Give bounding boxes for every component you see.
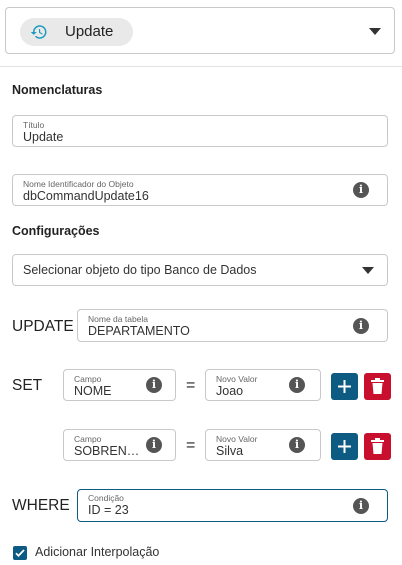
- info-icon[interactable]: i: [353, 182, 369, 198]
- novo-valor-value: Joao: [216, 384, 244, 398]
- update-keyword: UPDATE: [12, 318, 74, 335]
- info-icon[interactable]: i: [353, 498, 369, 514]
- chevron-down-icon[interactable]: [362, 267, 374, 274]
- equals-sign: =: [186, 437, 196, 454]
- history-icon: [30, 25, 47, 39]
- delete-button[interactable]: [364, 373, 391, 400]
- set-campo-field[interactable]: Campo NOME i: [63, 369, 176, 401]
- info-icon[interactable]: i: [353, 318, 369, 334]
- set-novo-valor-field[interactable]: Novo Valor Silva i: [205, 429, 321, 461]
- set-campo-field[interactable]: Campo SOBRENO... i: [63, 429, 176, 461]
- titulo-field[interactable]: Título Update: [12, 115, 388, 147]
- titulo-value: Update: [23, 130, 64, 144]
- condicao-field[interactable]: Condição ID = 23 i: [77, 489, 388, 522]
- campo-value: SOBRENO...: [74, 444, 144, 458]
- divider: [0, 66, 402, 67]
- nome-identificador-value: dbCommandUpdate16: [23, 189, 149, 203]
- condicao-label: Condição: [88, 493, 124, 503]
- interpolacao-label[interactable]: Adicionar Interpolação: [35, 545, 159, 559]
- campo-label: Campo: [74, 374, 102, 384]
- info-icon[interactable]: i: [146, 437, 162, 453]
- campo-label: Campo: [74, 434, 102, 444]
- checkmark-icon: [15, 549, 25, 557]
- info-icon[interactable]: i: [146, 377, 162, 393]
- delete-button[interactable]: [364, 433, 391, 460]
- add-button[interactable]: [331, 373, 358, 400]
- chevron-down-icon[interactable]: [369, 28, 381, 35]
- trash-icon: [371, 378, 384, 394]
- db-object-select[interactable]: Selecionar objeto do tipo Banco de Dados: [12, 254, 388, 286]
- novo-valor-label: Novo Valor: [216, 374, 258, 384]
- command-chip-label: Update: [65, 23, 114, 40]
- condicao-value: ID = 23: [88, 503, 129, 517]
- titulo-label: Título: [23, 120, 45, 130]
- novo-valor-value: Silva: [216, 444, 244, 458]
- where-keyword: WHERE: [12, 497, 70, 514]
- section-title-configuracoes: Configurações: [12, 224, 100, 238]
- info-icon[interactable]: i: [289, 377, 305, 393]
- add-button[interactable]: [331, 433, 358, 460]
- plus-icon: [338, 380, 351, 393]
- campo-value: NOME: [74, 384, 112, 398]
- set-keyword: SET: [12, 377, 43, 394]
- table-name-value: DEPARTAMENTO: [88, 324, 190, 338]
- info-icon[interactable]: i: [289, 437, 305, 453]
- plus-icon: [338, 440, 351, 453]
- trash-icon: [371, 438, 384, 454]
- command-type-select[interactable]: Update: [5, 7, 395, 54]
- nome-identificador-field[interactable]: Nome Identificador do Objeto dbCommandUp…: [12, 174, 388, 206]
- db-object-select-placeholder: Selecionar objeto do tipo Banco de Dados: [23, 263, 257, 277]
- nome-identificador-label: Nome Identificador do Objeto: [23, 179, 134, 189]
- command-chip: Update: [20, 18, 133, 46]
- table-name-field[interactable]: Nome da tabela DEPARTAMENTO i: [77, 309, 388, 342]
- section-title-nomenclaturas: Nomenclaturas: [12, 83, 103, 97]
- novo-valor-label: Novo Valor: [216, 434, 258, 444]
- interpolacao-checkbox[interactable]: [13, 546, 27, 560]
- equals-sign: =: [186, 377, 196, 394]
- set-novo-valor-field[interactable]: Novo Valor Joao i: [205, 369, 321, 401]
- table-name-label: Nome da tabela: [88, 314, 149, 324]
